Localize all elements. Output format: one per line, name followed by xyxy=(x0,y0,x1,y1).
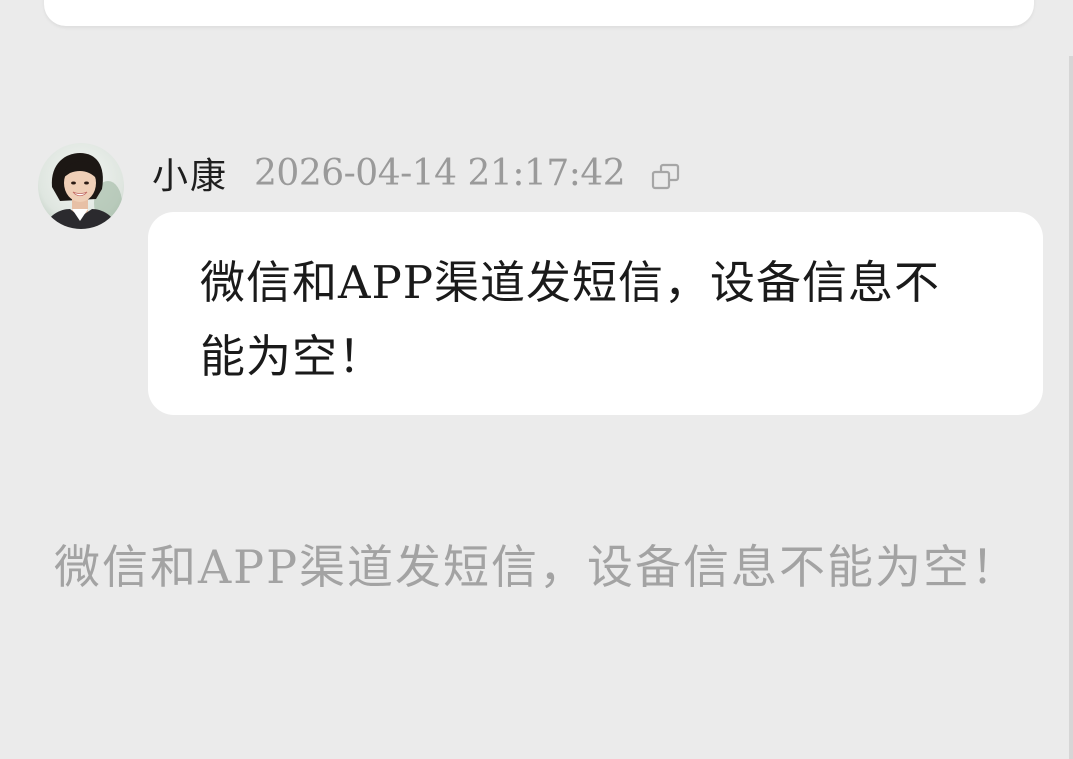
message-header: 小康 2026-04-14 21:17:42 xyxy=(152,150,681,197)
message-timestamp: 2026-04-14 21:17:42 xyxy=(254,152,626,194)
message-text: 微信和APP渠道发短信，设备信息不能为空！ xyxy=(200,256,941,383)
sender-name: 小康 xyxy=(152,156,229,197)
system-notice: 微信和APP渠道发短信，设备信息不能为空！ xyxy=(53,540,1020,594)
previous-message-card xyxy=(44,0,1034,26)
message-bubble[interactable]: 微信和APP渠道发短信，设备信息不能为空！ xyxy=(148,212,1043,415)
avatar-image xyxy=(38,143,124,229)
scrollbar[interactable] xyxy=(1069,56,1073,759)
avatar[interactable] xyxy=(38,143,124,229)
copy-icon[interactable] xyxy=(651,162,681,192)
